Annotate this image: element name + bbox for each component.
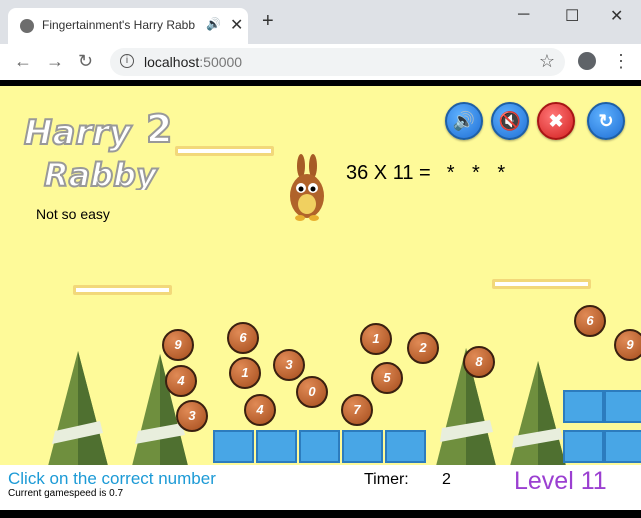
number-ball[interactable]: 3 bbox=[273, 349, 305, 381]
close-tab-icon[interactable]: ✕ bbox=[230, 15, 243, 35]
audio-icon[interactable]: 🔊 bbox=[206, 17, 221, 31]
number-ball[interactable]: 6 bbox=[574, 305, 606, 337]
address-url[interactable]: localhost:50000 bbox=[144, 54, 242, 70]
number-ball[interactable]: 2 bbox=[407, 332, 439, 364]
menu-icon[interactable]: ⋮ bbox=[612, 51, 630, 72]
game-logo: Harry 2 Rabby bbox=[23, 106, 173, 190]
number-ball[interactable]: 9 bbox=[162, 329, 194, 361]
svg-text:Rabby: Rabby bbox=[44, 156, 158, 190]
platform bbox=[73, 285, 172, 295]
ground-block bbox=[213, 430, 254, 463]
site-info-icon[interactable]: i bbox=[120, 54, 134, 68]
timer-value: 2 bbox=[442, 471, 451, 488]
number-ball[interactable]: 4 bbox=[165, 365, 197, 397]
difficulty-label: Not so easy bbox=[36, 206, 110, 222]
math-question: 36 X 11 = * * * bbox=[346, 162, 511, 185]
svg-text:2: 2 bbox=[146, 107, 172, 151]
browser-toolbar: ← → ↻ i localhost:50000 ☆ ⋮ bbox=[0, 44, 641, 80]
bookmark-star-icon[interactable]: ☆ bbox=[539, 51, 555, 72]
ground-block bbox=[563, 430, 604, 463]
page-favicon-icon bbox=[20, 19, 34, 33]
platform bbox=[492, 279, 591, 289]
sound-on-button[interactable]: 🔊 bbox=[445, 102, 483, 140]
level-indicator: Level 11 bbox=[514, 467, 607, 495]
svg-text:Harry: Harry bbox=[24, 113, 133, 153]
game-status-bar: Click on the correct number Current game… bbox=[0, 465, 641, 510]
mute-button[interactable]: 🔇 bbox=[491, 102, 529, 140]
ground-block bbox=[604, 430, 641, 463]
number-ball[interactable]: 1 bbox=[229, 357, 261, 389]
instruction-text: Click on the correct number bbox=[8, 469, 216, 488]
ground-block bbox=[342, 430, 383, 463]
timer-label: Timer: bbox=[364, 471, 409, 488]
game-canvas[interactable]: Harry 2 Rabby Not so easy 36 X 11 = * * *… bbox=[0, 86, 641, 465]
number-ball[interactable]: 3 bbox=[176, 400, 208, 432]
number-ball[interactable]: 5 bbox=[371, 362, 403, 394]
reload-icon[interactable]: ↻ bbox=[78, 51, 93, 72]
page-bottom-border bbox=[0, 510, 641, 518]
profile-icon[interactable] bbox=[578, 52, 596, 70]
rabbit-character bbox=[290, 154, 324, 221]
number-ball[interactable]: 6 bbox=[227, 322, 259, 354]
ground-block bbox=[256, 430, 297, 463]
restart-button[interactable]: ↻ bbox=[587, 102, 625, 140]
tab-strip: Fingertainment's Harry Rabb 🔊 ✕ + ─ ☐ ✕ bbox=[0, 0, 641, 44]
tab-title: Fingertainment's Harry Rabb bbox=[42, 18, 196, 32]
close-window-icon[interactable]: ✕ bbox=[610, 6, 623, 26]
number-ball[interactable]: 0 bbox=[296, 376, 328, 408]
close-x-icon: ✖ bbox=[548, 111, 564, 131]
maximize-icon[interactable]: ☐ bbox=[565, 6, 579, 26]
number-ball[interactable]: 1 bbox=[360, 323, 392, 355]
browser-tab[interactable]: Fingertainment's Harry Rabb 🔊 ✕ bbox=[8, 8, 248, 44]
address-bar[interactable]: i localhost:50000 ☆ bbox=[110, 48, 565, 76]
answer-mask: * * * bbox=[446, 162, 512, 184]
number-ball[interactable]: 4 bbox=[244, 394, 276, 426]
speaker-mute-icon: 🔇 bbox=[498, 111, 522, 131]
minimize-icon[interactable]: ─ bbox=[518, 6, 529, 24]
platform bbox=[175, 146, 274, 156]
number-ball[interactable]: 9 bbox=[614, 329, 641, 361]
number-ball[interactable]: 8 bbox=[463, 346, 495, 378]
ground-block bbox=[299, 430, 340, 463]
back-icon[interactable]: ← bbox=[14, 51, 32, 72]
question-text: 36 X 11 = bbox=[346, 162, 431, 184]
quit-button[interactable]: ✖ bbox=[537, 102, 575, 140]
ground-block bbox=[604, 390, 641, 423]
speaker-on-icon: 🔊 bbox=[452, 111, 476, 131]
forward-icon[interactable]: → bbox=[46, 51, 64, 72]
number-ball[interactable]: 7 bbox=[341, 394, 373, 426]
ground-block bbox=[385, 430, 426, 463]
ground-block bbox=[563, 390, 604, 423]
restart-icon: ↻ bbox=[598, 111, 614, 131]
new-tab-icon[interactable]: + bbox=[262, 10, 274, 33]
gamespeed-text: Current gamespeed is 0.7 bbox=[8, 488, 124, 499]
